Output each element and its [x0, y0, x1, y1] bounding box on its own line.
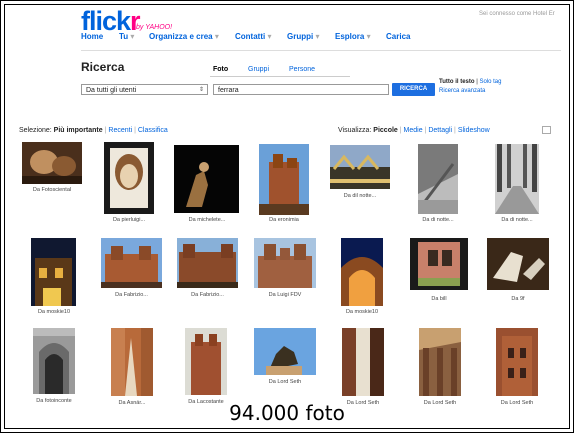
nav-home[interactable]: Home [81, 32, 103, 41]
photo-thumbnail[interactable] [177, 238, 238, 288]
photo-thumbnail[interactable] [254, 328, 316, 375]
search-input[interactable]: ferrara [213, 84, 389, 95]
tab-groups[interactable]: Gruppi [248, 66, 269, 73]
photo-caption[interactable]: Da dil notte... [330, 193, 390, 199]
photo-thumbnail[interactable] [330, 145, 390, 189]
photo-thumbnail[interactable] [174, 145, 239, 213]
photo-caption[interactable]: Da bill [409, 296, 469, 302]
photo-caption[interactable]: Da pierluigi... [99, 217, 159, 223]
photo-thumbnail[interactable] [495, 144, 539, 214]
advanced-search-link[interactable]: Ricerca avanzata [439, 88, 485, 94]
photo-thumbnail[interactable] [487, 238, 549, 290]
photo-caption[interactable]: Da michelete... [176, 217, 238, 223]
sort-recent[interactable]: Recenti [108, 127, 132, 134]
photo-caption[interactable]: Da Lord Seth [255, 379, 315, 385]
full-text-option[interactable]: Tutto il testo [439, 79, 475, 85]
view-label: Visualizza: [338, 127, 372, 134]
photo-caption[interactable]: Da eronimia [254, 217, 314, 223]
photo-thumbnail[interactable] [496, 328, 538, 396]
photo-caption[interactable]: Da Fabrizio... [101, 292, 162, 298]
photo-thumbnail[interactable] [31, 238, 76, 306]
header-divider [81, 50, 561, 51]
view-bar: Visualizza: Piccole | Medie | Dettagli |… [338, 127, 490, 134]
photo-thumbnail[interactable] [259, 144, 309, 215]
nav-you[interactable]: Tu ▾ [119, 32, 134, 41]
view-details[interactable]: Dettagli [428, 127, 452, 134]
photo-thumbnail[interactable] [185, 328, 227, 395]
photo-thumbnail[interactable] [418, 144, 458, 214]
slideshow-icon[interactable] [542, 126, 551, 134]
signed-in-text: Sei connesso come Hotel Er [479, 11, 555, 17]
sort-interesting[interactable]: Classifica [138, 127, 168, 134]
photo-caption[interactable]: Da Fotosciental [22, 187, 82, 193]
photo-caption[interactable]: Da moskie10 [24, 309, 84, 315]
screenshot-panel: flickr by YAHOO! Sei connesso come Hotel… [4, 4, 570, 429]
photo-thumbnail[interactable] [419, 328, 461, 396]
selection-label: Selezione: [19, 127, 52, 134]
search-title: Ricerca [81, 60, 125, 74]
view-small[interactable]: Piccole [373, 127, 398, 134]
photo-caption[interactable]: Da moskie10 [332, 309, 392, 315]
photo-thumbnail[interactable] [33, 328, 75, 394]
tags-only-link[interactable]: Solo tag [479, 79, 501, 85]
photo-caption[interactable]: Da 9f [488, 296, 548, 302]
view-medium[interactable]: Medie [404, 127, 423, 134]
yahoo-logo: by YAHOO! [136, 24, 173, 31]
search-button[interactable]: RICERCA [392, 83, 435, 96]
photo-caption[interactable]: Da di notte... [408, 217, 468, 223]
select-arrows-icon: ⇕ [198, 87, 204, 93]
photo-caption[interactable]: Da di notte... [487, 217, 547, 223]
photo-thumbnail[interactable] [254, 238, 316, 288]
photo-caption[interactable]: Da Fabrizio... [177, 292, 238, 298]
selection-bar: Selezione: Più importante | Recenti | Cl… [19, 127, 168, 134]
search-scope-select[interactable]: Da tutti gli utenti ⇕ [81, 84, 208, 95]
photo-count-caption: 94.000 foto [229, 401, 345, 425]
nav-upload[interactable]: Carica [386, 32, 410, 41]
nav-explore[interactable]: Esplora ▾ [335, 32, 371, 41]
nav-groups[interactable]: Gruppi ▾ [287, 32, 319, 41]
photo-thumbnail[interactable] [22, 142, 82, 184]
photo-thumbnail[interactable] [104, 142, 154, 214]
search-mode: Tutto il testo | Solo tag [439, 79, 502, 85]
photo-thumbnail[interactable] [111, 328, 153, 396]
sort-relevant[interactable]: Più importante [54, 127, 103, 134]
photo-thumbnail[interactable] [342, 328, 384, 396]
nav-contacts[interactable]: Contatti ▾ [235, 32, 271, 41]
tab-photos[interactable]: Foto [213, 66, 228, 73]
nav-organize[interactable]: Organizza e crea ▾ [149, 32, 219, 41]
photo-caption[interactable]: Da Luigi FDV [254, 292, 316, 298]
tab-people[interactable]: Persone [289, 66, 315, 73]
view-slideshow[interactable]: Slideshow [458, 127, 490, 134]
photo-thumbnail[interactable] [341, 238, 383, 306]
tabs-underline [210, 76, 350, 77]
photo-thumbnail[interactable] [410, 238, 468, 290]
photo-thumbnail[interactable] [101, 238, 162, 288]
